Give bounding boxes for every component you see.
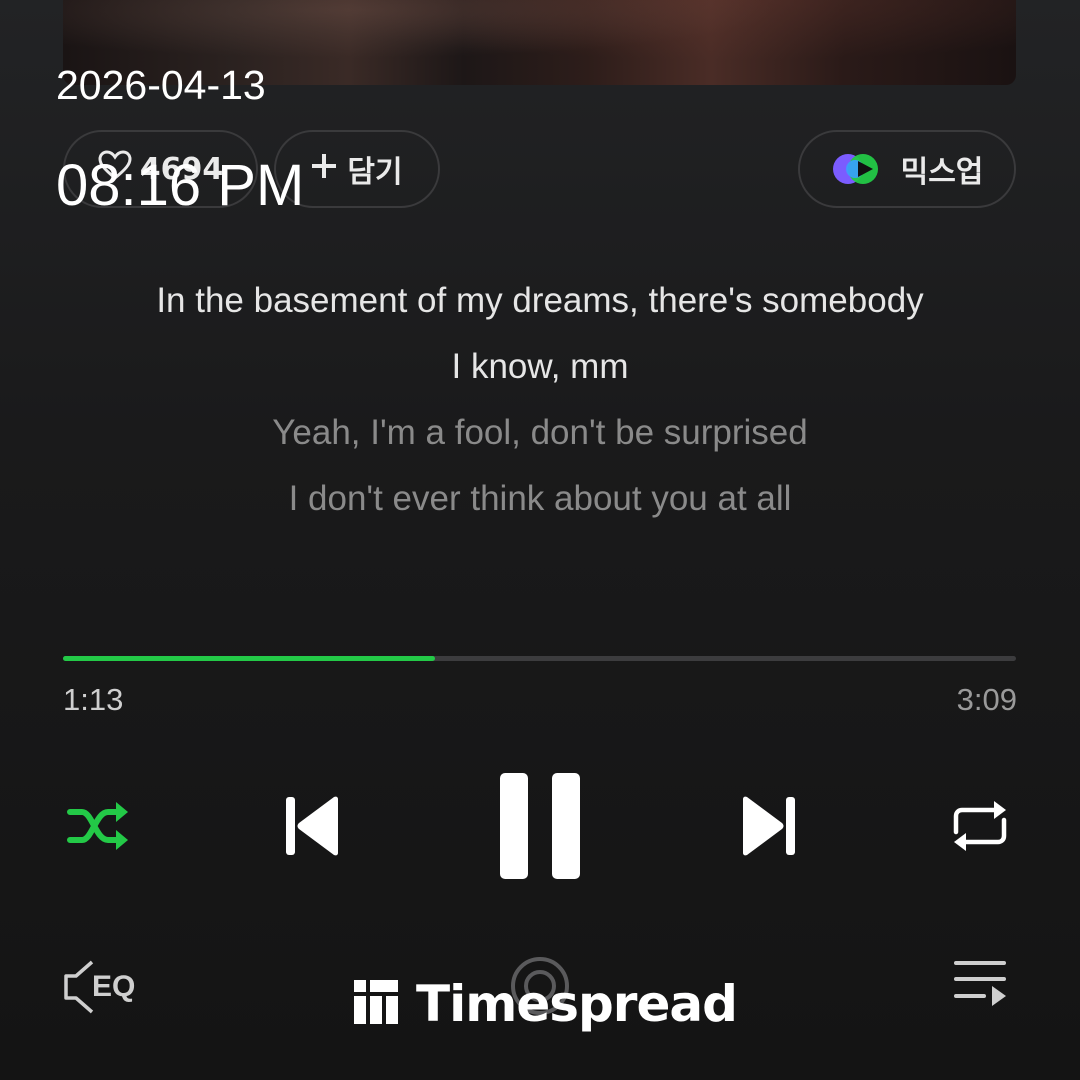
- lyric-line: In the basement of my dreams, there's so…: [156, 281, 924, 320]
- shuffle-icon: [66, 798, 132, 858]
- lyrics-panel[interactable]: In the basement of my dreams, there's so…: [0, 268, 1080, 532]
- lyric-line: Yeah, I'm a fool, don't be surprised: [272, 413, 808, 452]
- music-player-screen: 4694 담기 믹스업 2026-04-13 08:16 PM In the b…: [0, 0, 1080, 1080]
- pause-icon: [499, 772, 581, 884]
- progress-fill: [63, 656, 435, 661]
- eq-button[interactable]: EQ: [62, 958, 140, 1016]
- overlay-date: 2026-04-13: [56, 62, 266, 108]
- pause-button[interactable]: [499, 772, 581, 884]
- repeat-icon: [950, 798, 1010, 858]
- skip-next-icon: [741, 795, 797, 861]
- mixup-button[interactable]: 믹스업: [798, 130, 1016, 208]
- mixup-label: 믹스업: [900, 155, 984, 190]
- previous-button[interactable]: [284, 795, 340, 861]
- progress-bar[interactable]: [63, 656, 1016, 661]
- watermark: Timespread: [354, 975, 738, 1033]
- overlay-time: 08:16 PM: [56, 153, 305, 218]
- mixup-logo-icon: [831, 152, 889, 186]
- playlist-button[interactable]: [952, 960, 1008, 1014]
- timespread-logo-icon: [354, 980, 398, 1028]
- watermark-text: Timespread: [416, 975, 738, 1033]
- shuffle-button[interactable]: [66, 800, 132, 856]
- playlist-icon: [952, 958, 1008, 1016]
- repeat-button[interactable]: [950, 800, 1010, 856]
- elapsed-time: 1:13: [63, 682, 124, 717]
- total-time: 3:09: [956, 682, 1017, 717]
- next-button[interactable]: [741, 795, 797, 861]
- add-label: 담기: [347, 155, 403, 190]
- skip-previous-icon: [284, 795, 340, 861]
- eq-label: EQ: [92, 970, 136, 1003]
- plus-icon: [311, 152, 337, 187]
- lyric-line: I don't ever think about you at all: [288, 479, 792, 518]
- lyric-line: I know, mm: [451, 347, 629, 386]
